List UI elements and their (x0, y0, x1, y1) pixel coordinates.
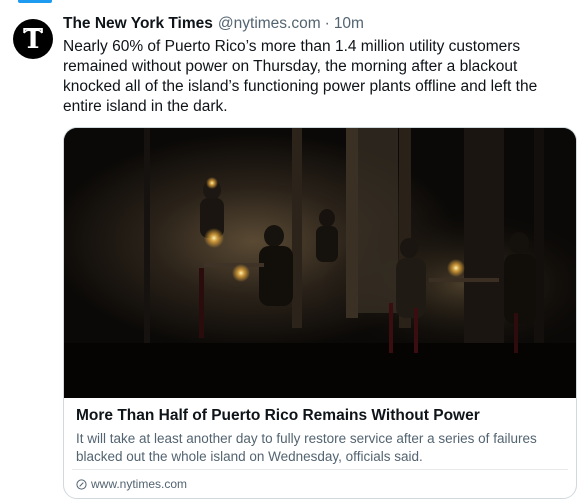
link-card-domain[interactable]: www.nytimes.com (91, 477, 187, 491)
author-name[interactable]: The New York Times (63, 15, 213, 33)
link-card-title[interactable]: More Than Half of Puerto Rico Remains Wi… (76, 407, 566, 425)
link-card[interactable]: More Than Half of Puerto Rico Remains Wi… (63, 127, 577, 499)
link-card-image[interactable] (64, 128, 576, 398)
header-separator: · (324, 15, 330, 32)
nyt-logo-icon: T (18, 24, 48, 54)
post-view: T The New York Times @nytimes.com · 10m … (0, 0, 584, 504)
post-timestamp[interactable]: 10m (334, 15, 364, 33)
tab-indicator (0, 0, 584, 3)
link-card-divider (72, 469, 568, 470)
post-text: Nearly 60% of Puerto Rico’s more than 1.… (63, 38, 538, 115)
active-tab-underline (18, 0, 52, 3)
link-card-source[interactable]: www.nytimes.com (76, 477, 187, 491)
link-card-description: It will take at least another day to ful… (76, 431, 537, 464)
post-header: The New York Times @nytimes.com · 10m (63, 13, 364, 35)
avatar[interactable]: T (13, 19, 53, 59)
svg-text:T: T (23, 24, 43, 54)
link-globe-icon (76, 478, 87, 490)
author-handle[interactable]: @nytimes.com (218, 15, 321, 33)
